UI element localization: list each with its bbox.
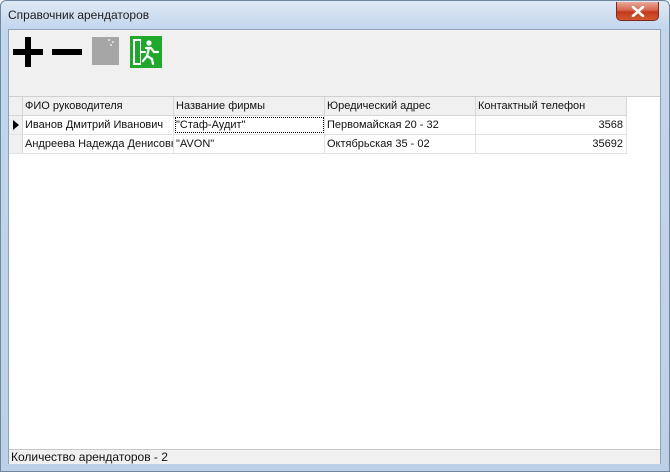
delete-tenant-button[interactable] (50, 35, 84, 69)
cell-company[interactable]: "Стаф-Аудит" (174, 116, 325, 134)
minus-icon (52, 49, 82, 55)
edit-tenant-button[interactable] (90, 35, 124, 69)
plus-icon (13, 37, 43, 67)
column-header-phone[interactable]: Контактный телефон (476, 97, 627, 115)
add-tenant-button[interactable] (11, 35, 45, 69)
row-indicator (9, 135, 23, 153)
status-bar: Количество арендаторов - 2 (9, 449, 660, 464)
cell-director[interactable]: Андреева Надежда Денисовна (23, 135, 174, 153)
document-icon (92, 37, 119, 65)
exit-icon (130, 36, 162, 68)
cell-director[interactable]: Иванов Дмитрий Иванович (23, 116, 174, 134)
cell-phone[interactable]: 35692 (476, 135, 627, 153)
column-header-director[interactable]: ФИО руководителя (23, 97, 174, 115)
client-area: ФИО руководителя Название фирмы Юредичес… (8, 29, 661, 464)
close-button[interactable] (616, 2, 659, 21)
exit-button[interactable] (129, 35, 163, 69)
cell-address[interactable]: Первомайская 20 - 32 (325, 116, 476, 134)
window-title: Справочник арендаторов (8, 8, 150, 22)
cell-address[interactable]: Октябрьская 35 - 02 (325, 135, 476, 153)
current-row-arrow-icon (13, 120, 19, 130)
cell-company[interactable]: "AVON" (174, 135, 325, 153)
title-bar[interactable]: Справочник арендаторов (1, 1, 669, 29)
tenant-count-text: Количество арендаторов - 2 (11, 450, 168, 464)
toolbar (9, 30, 660, 97)
table-row[interactable]: Иванов Дмитрий Иванович "Стаф-Аудит" Пер… (9, 116, 627, 135)
column-header-company[interactable]: Название фирмы (174, 97, 325, 115)
close-icon (631, 6, 645, 17)
row-indicator (9, 116, 23, 134)
table-row[interactable]: Андреева Надежда Денисовна "AVON" Октябр… (9, 135, 627, 154)
tenants-grid[interactable]: ФИО руководителя Название фирмы Юредичес… (9, 97, 660, 449)
column-header-address[interactable]: Юредический адрес (325, 97, 476, 115)
main-window: Справочник арендаторов ФИО руководителя … (0, 0, 670, 472)
cell-phone[interactable]: 3568 (476, 116, 627, 134)
grid-header: ФИО руководителя Название фирмы Юредичес… (9, 97, 627, 116)
header-indicator (9, 97, 23, 115)
